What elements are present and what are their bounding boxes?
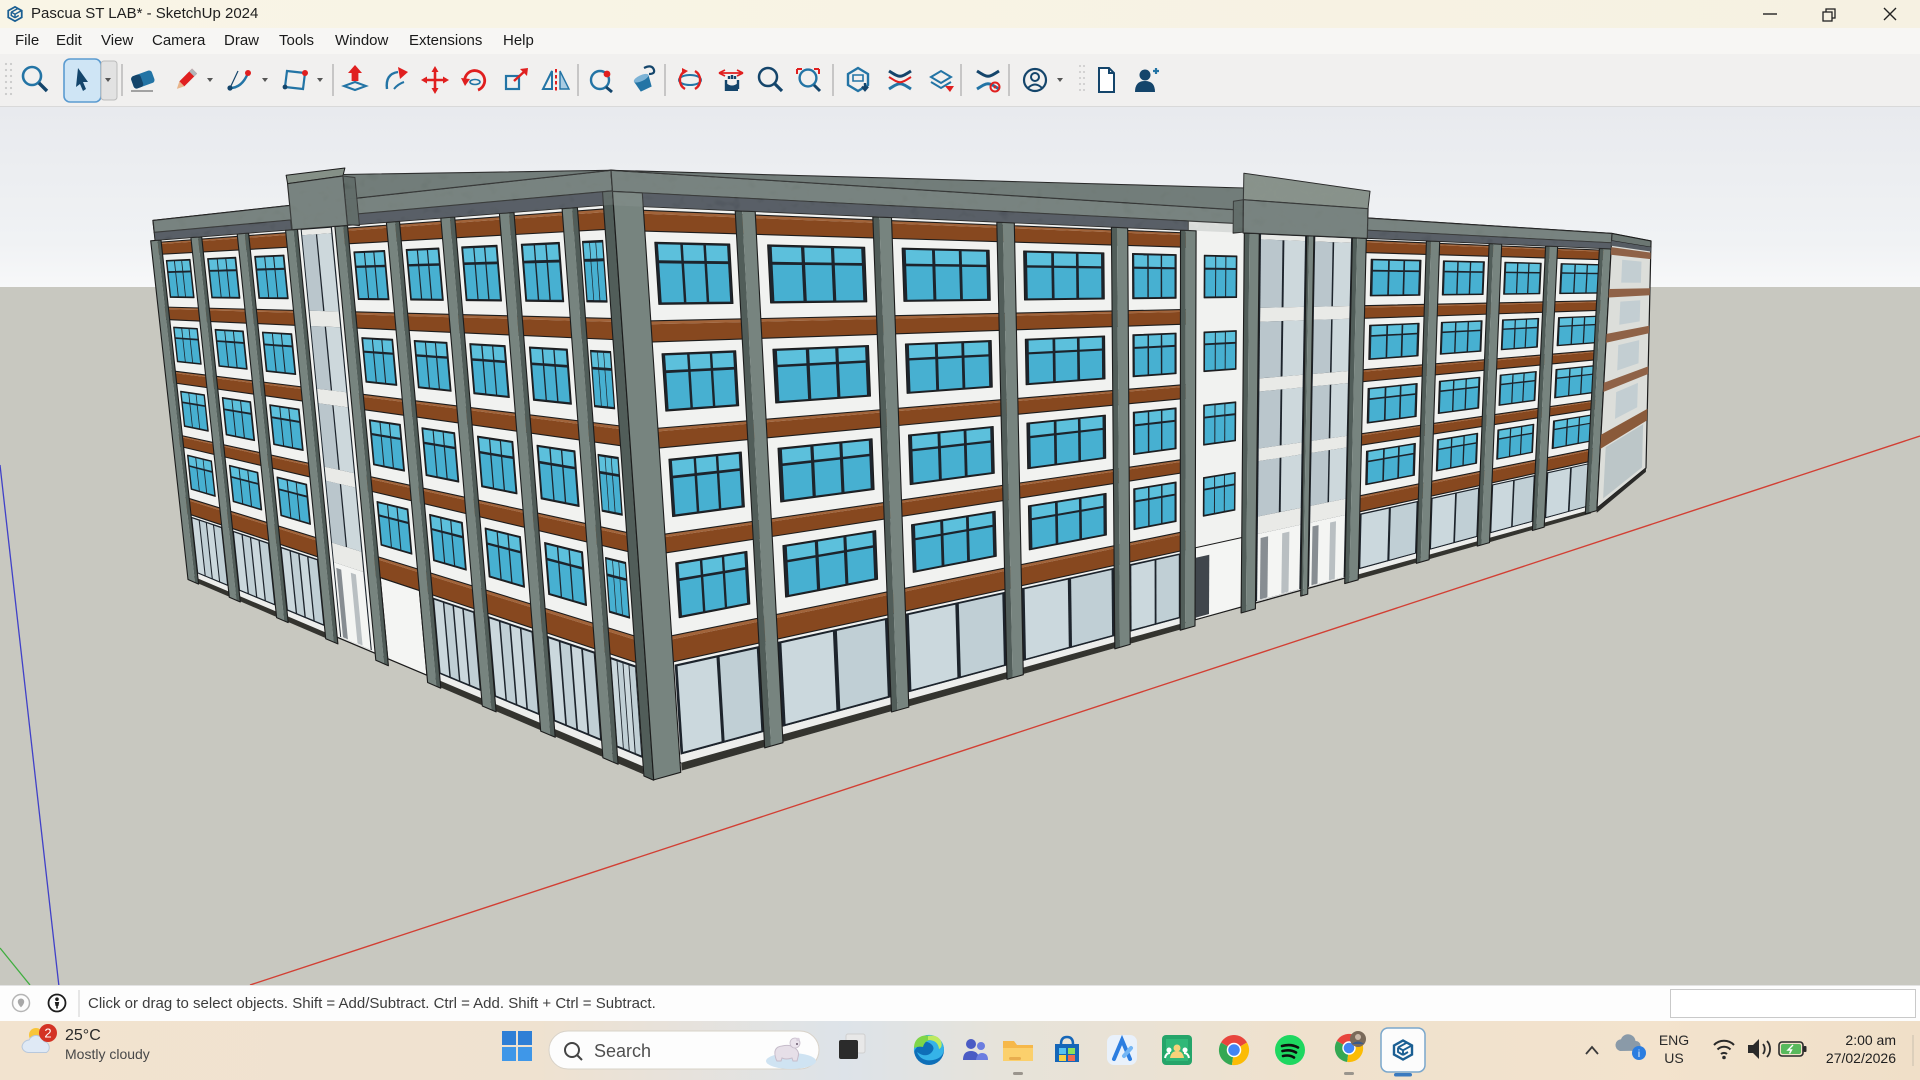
- svg-text:2:00 am: 2:00 am: [1845, 1032, 1896, 1048]
- svg-text:25°C: 25°C: [65, 1027, 101, 1044]
- svg-text:Search: Search: [594, 1041, 651, 1061]
- svg-text:Mostly cloudy: Mostly cloudy: [65, 1046, 150, 1062]
- svg-text:ENG: ENG: [1659, 1032, 1689, 1048]
- svg-text:27/02/2026: 27/02/2026: [1826, 1050, 1896, 1066]
- svg-text:i: i: [1638, 1049, 1640, 1060]
- svg-text:US: US: [1664, 1050, 1683, 1066]
- svg-text:2: 2: [44, 1026, 51, 1041]
